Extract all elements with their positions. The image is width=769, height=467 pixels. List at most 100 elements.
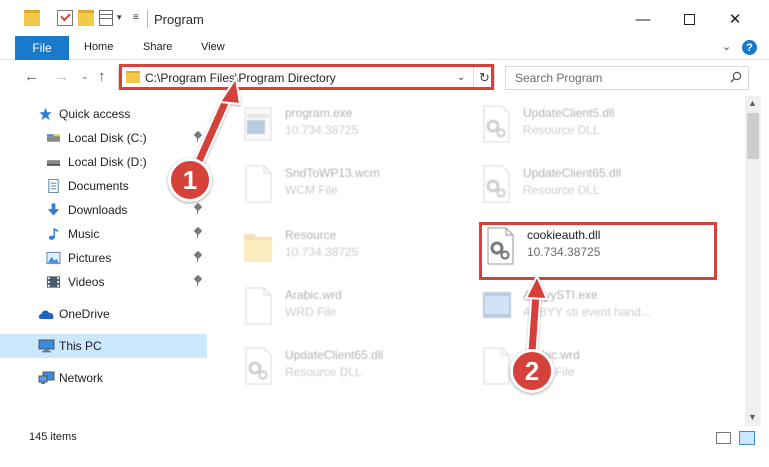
tab-view[interactable]: View <box>201 41 225 53</box>
file-detail: WRD File <box>285 305 337 319</box>
file-item[interactable]: AbbyySTI.exe ABBYY sti event hand... <box>469 280 699 332</box>
sidebar-item-downloads[interactable]: Downloads <box>0 198 207 222</box>
monitor-icon <box>38 339 55 353</box>
file-detail: Resource DLL <box>523 183 600 197</box>
file-item[interactable]: SndToWP13.wcm WCM File <box>231 158 461 210</box>
sidebar-item-label: Network <box>59 371 104 385</box>
close-icon: ✕ <box>728 11 742 28</box>
large-icons-view-icon[interactable] <box>739 431 755 445</box>
minimize-icon: — <box>635 10 651 28</box>
pin-icon[interactable] <box>193 130 203 142</box>
sidebar-item-this-pc[interactable]: This PC <box>0 334 207 358</box>
status-bar: 145 items <box>0 426 769 448</box>
sidebar-item-label: Music <box>68 227 100 241</box>
scroll-down-icon[interactable]: ▼ <box>748 412 757 422</box>
file-name: program.exe <box>285 106 353 120</box>
sidebar-item-local-disk-c[interactable]: Local Disk (C:) <box>0 126 207 150</box>
file-name: AbbyySTI.exe <box>523 288 598 302</box>
scroll-thumb[interactable] <box>747 113 759 159</box>
sidebar-item-label: Local Disk (D:) <box>68 155 147 169</box>
sidebar-item-label: Pictures <box>68 251 112 265</box>
dll-gear-icon <box>245 347 272 385</box>
dll-gear-icon <box>483 105 510 143</box>
documents-icon <box>48 179 59 193</box>
exe-icon <box>483 292 511 318</box>
file-item[interactable]: program.exe 10.734.38725 <box>231 98 461 150</box>
file-name: Arabic.wrd <box>285 288 342 302</box>
file-highlight-box <box>479 222 717 280</box>
videos-icon <box>46 276 61 288</box>
file-detail: ABBYY sti event hand... <box>523 305 651 319</box>
file-name: SndToWP13.wcm <box>285 166 380 180</box>
back-button[interactable]: ← <box>24 68 39 85</box>
expand-ribbon-icon[interactable]: ⌄ <box>722 40 731 53</box>
drive-icon <box>46 134 61 142</box>
pictures-icon <box>46 251 61 265</box>
maximize-icon <box>683 13 695 25</box>
drive-icon <box>46 160 61 166</box>
help-icon[interactable]: ? <box>742 40 757 55</box>
search-box[interactable]: Search Program <box>505 66 749 90</box>
recent-locations-icon[interactable]: ⌄ <box>81 71 89 82</box>
pin-icon[interactable] <box>193 250 203 262</box>
network-icon <box>38 371 55 384</box>
file-detail: Resource DLL <box>285 365 362 379</box>
navigation-pane: Quick access Local Disk (C:) Local Disk … <box>0 96 207 426</box>
file-item[interactable]: UpdateClient5.dll Resource DLL <box>469 98 699 150</box>
sidebar-item-pictures[interactable]: Pictures <box>0 246 207 270</box>
sidebar-item-videos[interactable]: Videos <box>0 270 207 294</box>
sidebar-item-label: Quick access <box>59 107 131 121</box>
pin-icon[interactable] <box>193 202 203 214</box>
exe-icon <box>244 107 272 141</box>
file-name: UpdateClient65.dll <box>285 348 384 362</box>
file-item[interactable]: UpdateClient65.dll Resource DLL <box>231 340 461 392</box>
tab-share[interactable]: Share <box>143 41 172 53</box>
new-folder-icon[interactable] <box>78 10 94 26</box>
sidebar-item-onedrive[interactable]: OneDrive <box>0 302 207 326</box>
file-name: UpdateClient65.dll <box>523 166 622 180</box>
tab-file[interactable]: File <box>15 36 69 60</box>
music-note-icon <box>48 228 59 240</box>
file-item[interactable]: Arabic.wrd WRD File <box>231 280 461 332</box>
pin-icon[interactable] <box>193 274 203 286</box>
up-button[interactable]: ↑ <box>98 68 106 85</box>
search-icon <box>730 71 742 83</box>
vertical-scrollbar[interactable]: ▲ ▼ <box>745 96 761 426</box>
item-count: 145 items <box>29 431 77 443</box>
properties-list-icon[interactable] <box>99 10 113 26</box>
sidebar-item-quick-access[interactable]: Quick access <box>0 102 207 126</box>
file-detail: Resource DLL <box>523 123 600 137</box>
title-bar: ▾ ≡ Program — ✕ <box>0 0 769 38</box>
star-icon <box>39 107 52 121</box>
details-view-icon[interactable] <box>716 432 731 444</box>
file-item[interactable]: UpdateClient65.dll Resource DLL <box>469 158 699 210</box>
folder-icon <box>244 234 272 262</box>
chevron-down-icon[interactable]: ▾ <box>117 12 122 23</box>
file-item[interactable]: Arabic.wrd WRD File <box>469 340 699 392</box>
maximize-button[interactable] <box>666 0 712 38</box>
sidebar-item-label: Videos <box>68 275 105 289</box>
file-detail: 10.734.38725 <box>285 123 359 137</box>
ribbon: File Home Share View ⌄ ? <box>0 36 769 60</box>
file-item[interactable]: Resource 10.734.38725 <box>231 220 461 272</box>
search-placeholder: Search Program <box>515 71 603 85</box>
close-button[interactable]: ✕ <box>712 0 758 38</box>
blank-file-icon <box>483 347 510 385</box>
tab-home[interactable]: Home <box>84 41 113 53</box>
customize-toolbar-icon[interactable]: ≡ <box>133 12 139 23</box>
forward-button[interactable]: → <box>54 68 69 85</box>
pin-icon[interactable] <box>193 226 203 238</box>
properties-check-icon[interactable] <box>57 10 73 26</box>
sidebar-item-label: Local Disk (C:) <box>68 131 147 145</box>
file-name: Resource <box>285 228 337 242</box>
sidebar-item-music[interactable]: Music <box>0 222 207 246</box>
step-2-callout: 2 <box>510 349 554 393</box>
minimize-button[interactable]: — <box>620 0 666 38</box>
sidebar-item-label: OneDrive <box>59 307 110 321</box>
folder-icon[interactable] <box>24 10 40 26</box>
cloud-icon <box>38 310 54 319</box>
dll-gear-icon <box>483 165 510 203</box>
scroll-up-icon[interactable]: ▲ <box>748 98 757 108</box>
sidebar-item-label: Documents <box>68 179 129 193</box>
sidebar-item-network[interactable]: Network <box>0 366 207 390</box>
